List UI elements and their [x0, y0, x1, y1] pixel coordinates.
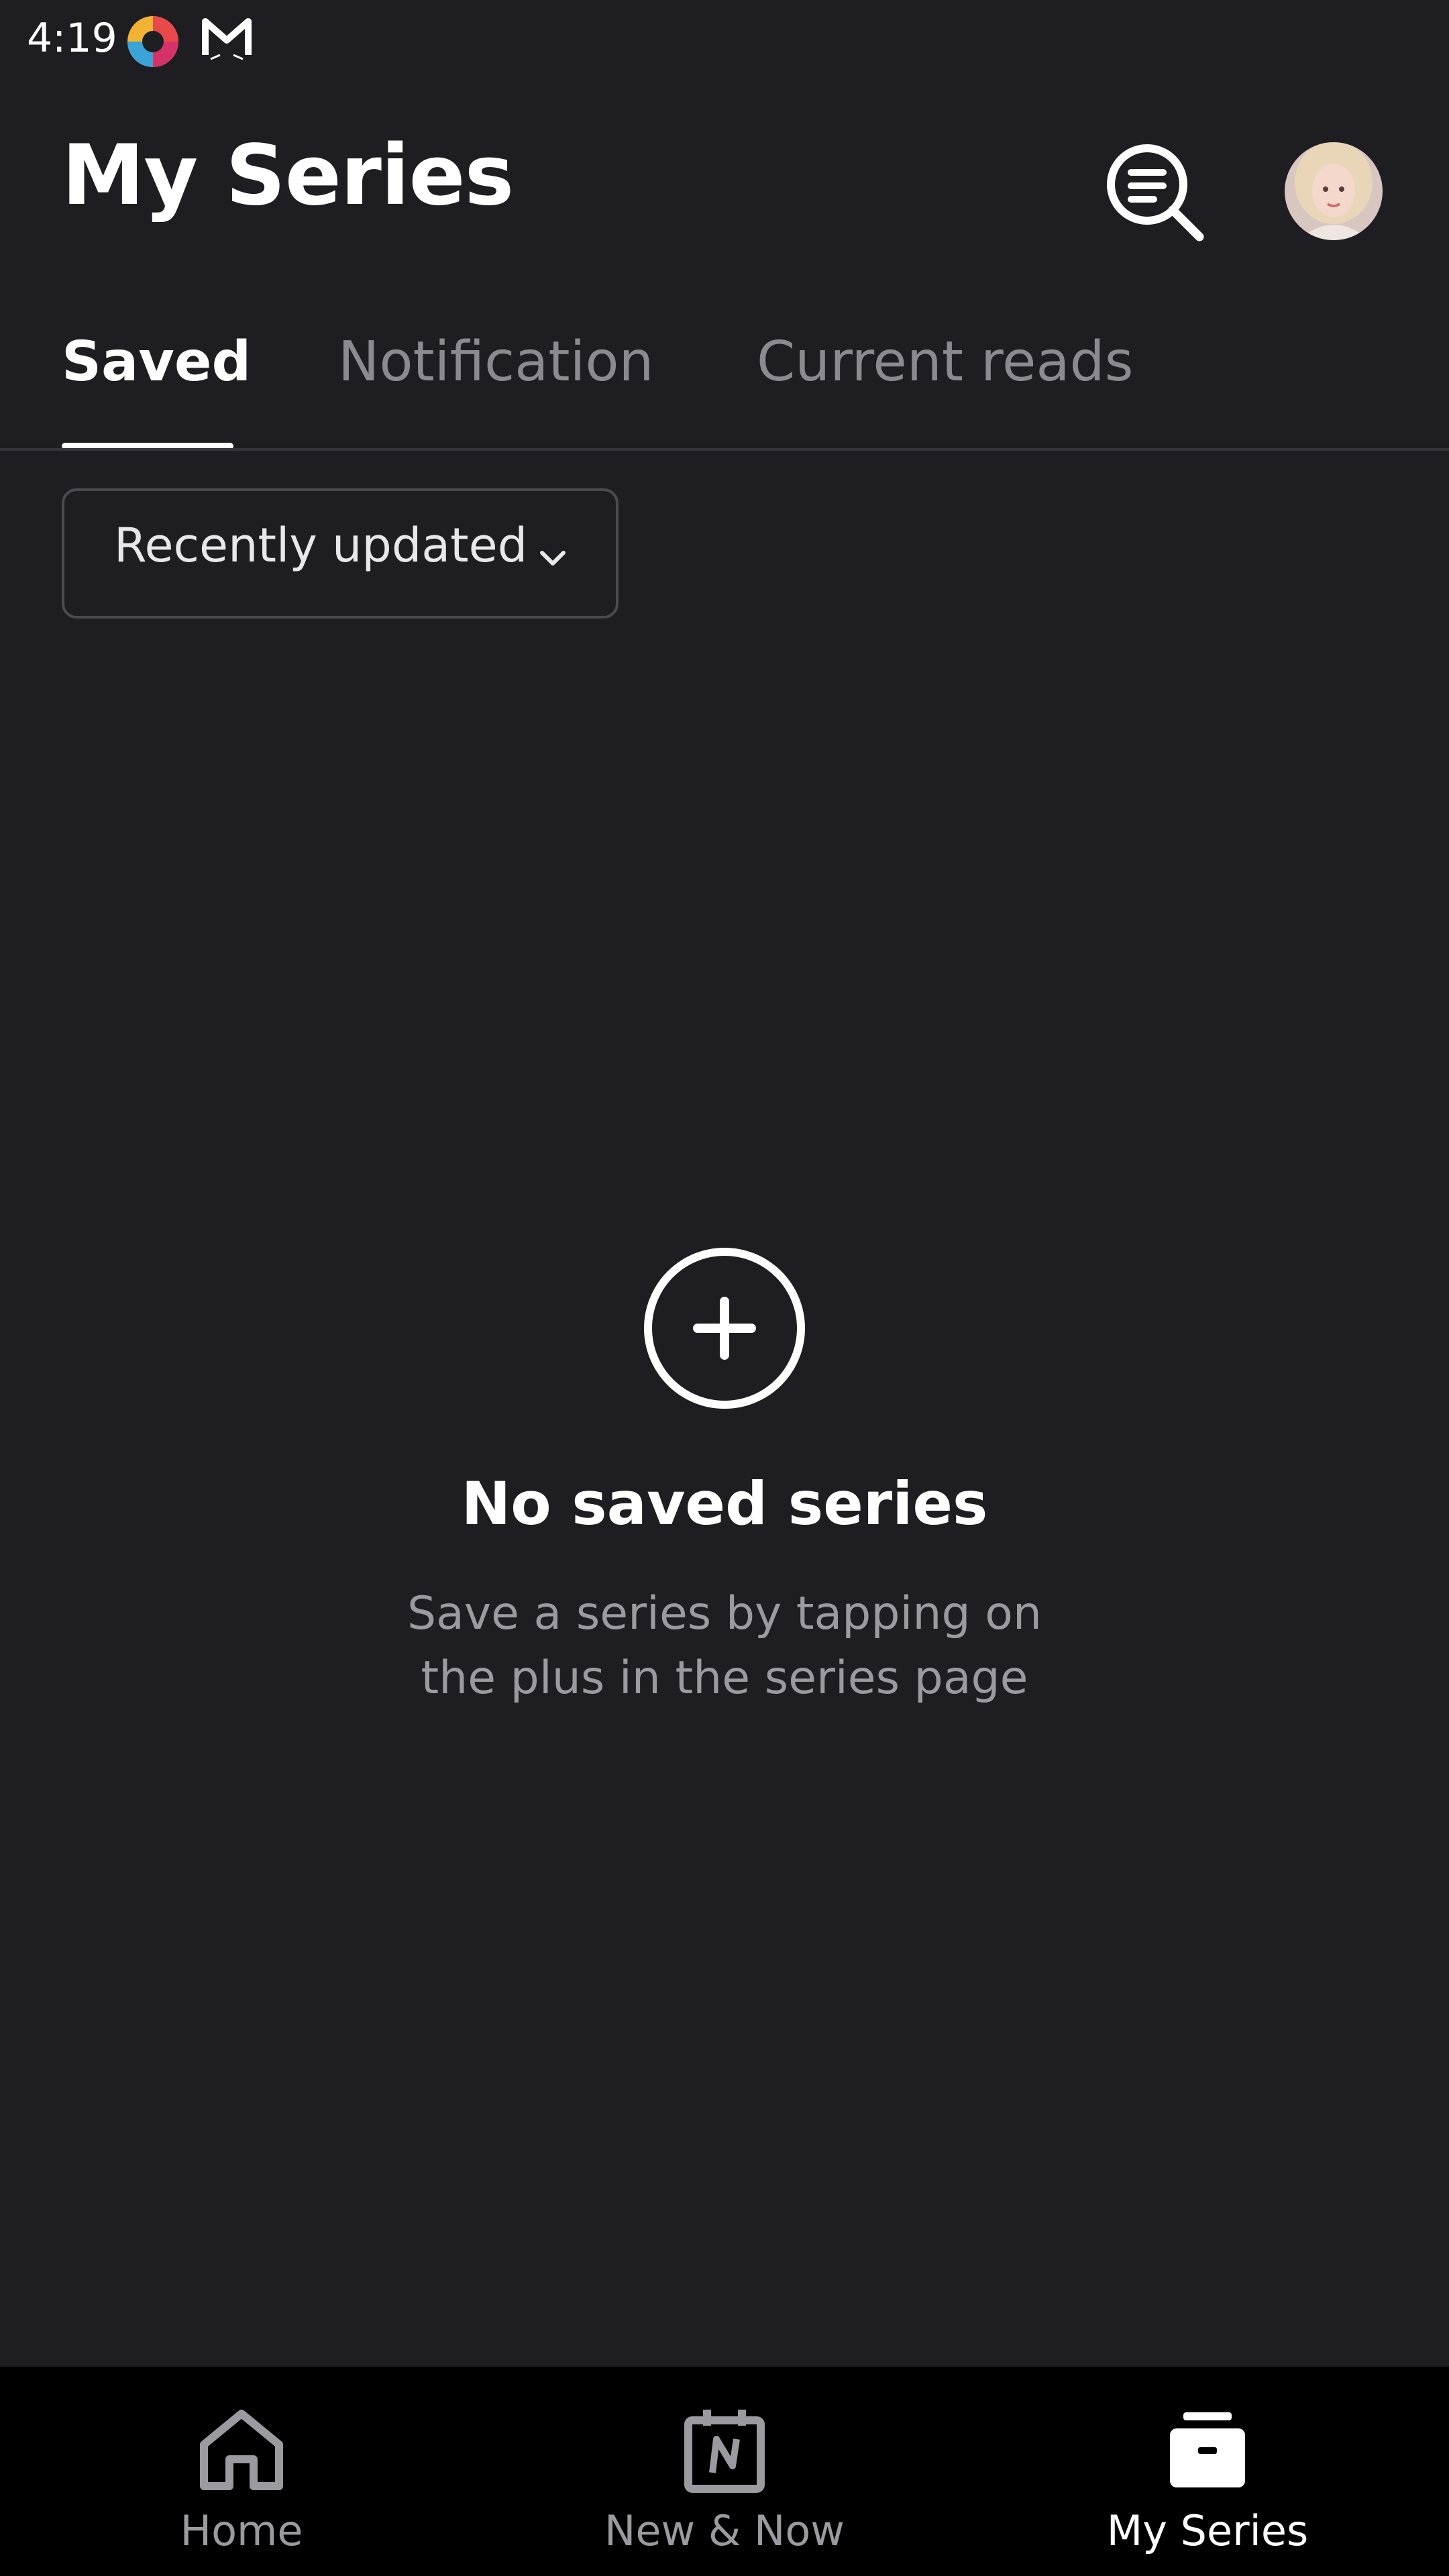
sort-dropdown[interactable]: Recently updated: [62, 488, 619, 619]
empty-state-subtitle-line1: Save a series by tapping on: [407, 1587, 1042, 1640]
nav-new-now-label: New & Now: [604, 2506, 845, 2555]
status-time: 4:19: [27, 15, 117, 62]
nav-home[interactable]: Home: [0, 2367, 483, 2576]
profile-avatar[interactable]: [1285, 142, 1383, 240]
tab-current-reads[interactable]: Current reads: [757, 322, 1133, 449]
sort-selected-label: Recently updated: [114, 518, 528, 573]
search-list-icon[interactable]: [1100, 138, 1208, 245]
nav-home-label: Home: [180, 2506, 303, 2555]
nav-my-series-label: My Series: [1106, 2506, 1309, 2555]
empty-state-title: No saved series: [461, 1469, 988, 1538]
nav-my-series[interactable]: My Series: [966, 2367, 1449, 2576]
page-title: My Series: [62, 127, 514, 224]
plus-circle-icon: [641, 1245, 808, 1411]
status-bar: 4:19: [0, 0, 1449, 80]
chevron-down-icon: [534, 539, 572, 577]
empty-state-subtitle: Save a series by tapping on the plus in …: [0, 1582, 1449, 1711]
home-icon: [195, 2403, 288, 2497]
nav-new-now[interactable]: New & Now: [483, 2367, 966, 2576]
tabs-divider: [0, 448, 1449, 451]
bottom-nav: Home New & Now My Series: [0, 2367, 1449, 2576]
tab-notification[interactable]: Notification: [338, 322, 654, 449]
browser-app-icon: [125, 13, 181, 70]
empty-state-subtitle-line2: the plus in the series page: [421, 1652, 1028, 1705]
tab-bar: Saved Notification Current reads: [0, 322, 1449, 451]
archive-box-icon: [1161, 2403, 1254, 2497]
calendar-new-icon: [678, 2403, 771, 2497]
tab-saved[interactable]: Saved: [62, 322, 251, 449]
mail-app-icon: [201, 15, 252, 66]
